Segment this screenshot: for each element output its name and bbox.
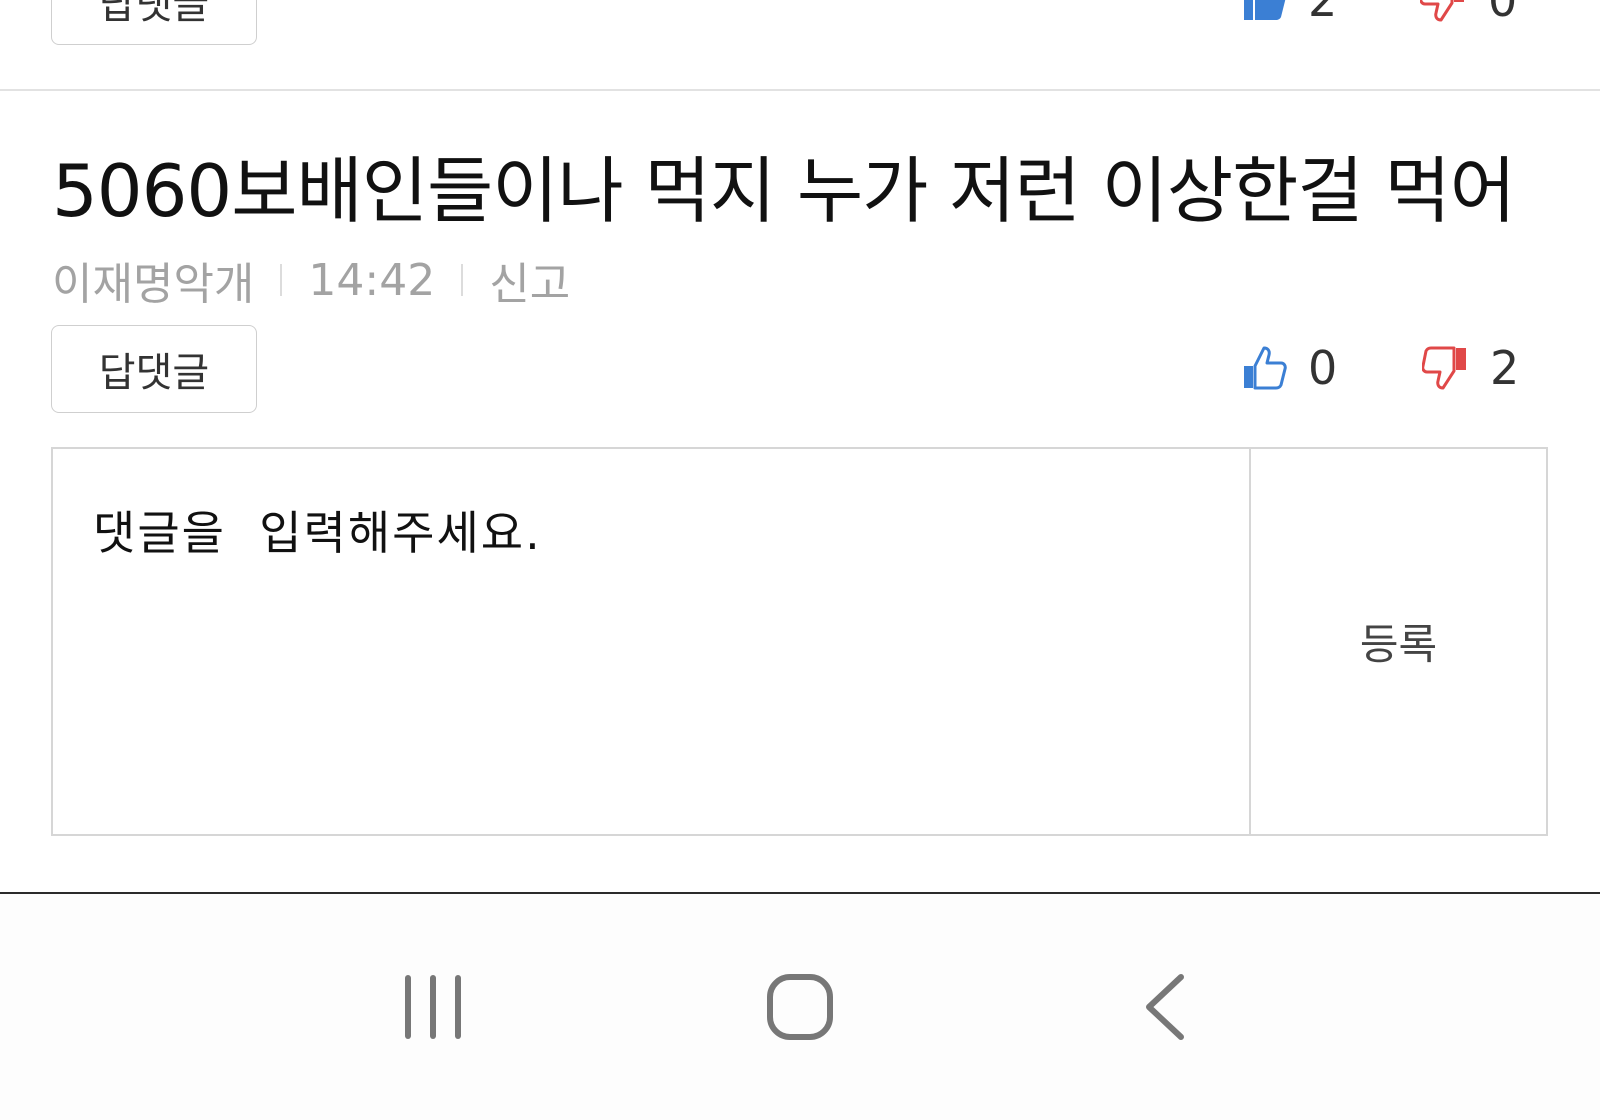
back-icon — [1145, 974, 1184, 1040]
comment-meta: 이재명악개 14:42 신고 — [52, 248, 570, 312]
meta-separator — [280, 264, 283, 296]
back-button[interactable] — [1107, 947, 1227, 1067]
thumbs-down-icon — [1420, 0, 1464, 22]
previous-comment: 답댓글 2 0 — [0, 0, 1600, 90]
dislike-count: 2 — [1490, 341, 1520, 395]
comment-text: 5060보배인들이나 먹지 누가 저런 이상한걸 먹어 — [52, 149, 1516, 233]
dislike-button[interactable]: 2 — [1422, 344, 1519, 392]
system-nav-bar — [0, 894, 1600, 1120]
comment-author[interactable]: 이재명악개 — [52, 248, 254, 312]
thumbs-up-icon — [1244, 0, 1286, 20]
like-button[interactable]: 2 — [1240, 0, 1337, 24]
comment-time: 14:42 — [308, 254, 436, 306]
recent-apps-button[interactable] — [373, 947, 493, 1067]
divider — [0, 89, 1600, 91]
comment-input[interactable] — [53, 449, 1249, 834]
thumbs-down-icon — [1422, 346, 1466, 390]
recent-apps-icon — [405, 975, 462, 1039]
dislike-button[interactable]: 0 — [1420, 0, 1517, 24]
comment-form: 등록 — [51, 447, 1548, 836]
meta-separator — [461, 264, 464, 296]
reply-button[interactable]: 답댓글 — [51, 0, 257, 45]
comment-section: 답댓글 2 0 5060보배인들이나 먹지 누가 저런 이상한걸 먹어 이재명악… — [0, 0, 1600, 1120]
like-count: 2 — [1308, 0, 1338, 27]
thumbs-up-icon — [1244, 346, 1287, 390]
reply-button[interactable]: 답댓글 — [51, 325, 257, 413]
submit-button[interactable]: 등록 — [1249, 449, 1546, 834]
like-count: 0 — [1308, 341, 1338, 395]
report-link[interactable]: 신고 — [489, 248, 570, 312]
like-button[interactable]: 0 — [1240, 344, 1337, 392]
home-button[interactable] — [740, 947, 860, 1067]
home-icon — [766, 974, 833, 1040]
dislike-count: 0 — [1488, 0, 1518, 27]
